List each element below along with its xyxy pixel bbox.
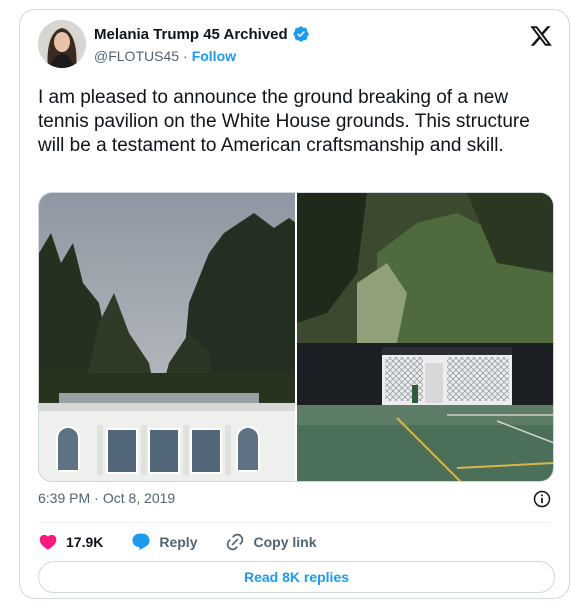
tweet-text: I am pleased to announce the ground brea… [38,87,530,156]
copy-link-label: Copy link [253,534,317,550]
timestamp-separator: · [94,490,99,506]
tweet-card: Melania Trump 45 Archived @FLOTUS45 · Fo… [19,9,570,599]
reply-label: Reply [159,534,198,550]
copy-link-button[interactable]: Copy link [225,532,317,552]
info-icon[interactable] [532,489,552,509]
follow-button[interactable]: Follow [192,48,236,64]
action-bar: 17.9K Reply Copy link [38,528,345,556]
media-grid [38,192,554,482]
divider [38,522,551,523]
display-name[interactable]: Melania Trump 45 Archived [94,26,288,43]
handle[interactable]: @FLOTUS45 [94,48,179,64]
like-count: 17.9K [66,534,104,550]
tweet-header: Melania Trump 45 Archived @FLOTUS45 · Fo… [38,20,555,70]
reply-bubble-icon [132,533,150,551]
read-replies-button[interactable]: Read 8K replies [38,561,555,593]
separator: · [183,48,188,64]
avatar[interactable] [38,20,86,68]
photo-construction-site[interactable] [297,193,553,481]
name-row: Melania Trump 45 Archived [94,25,310,43]
x-logo-icon[interactable] [529,24,553,48]
tweet-date: Oct 8, 2019 [102,490,176,506]
timestamp[interactable]: 6:39 PM · Oct 8, 2019 [38,490,175,506]
reply-button[interactable]: Reply [131,532,197,552]
verified-badge-icon [293,26,309,42]
photo-rendering[interactable] [39,193,295,481]
link-icon [227,533,244,551]
handle-row: @FLOTUS45 · Follow [94,48,236,64]
tweet-time: 6:39 PM [38,490,91,506]
like-button[interactable]: 17.9K [38,532,103,552]
heart-icon [39,534,57,550]
